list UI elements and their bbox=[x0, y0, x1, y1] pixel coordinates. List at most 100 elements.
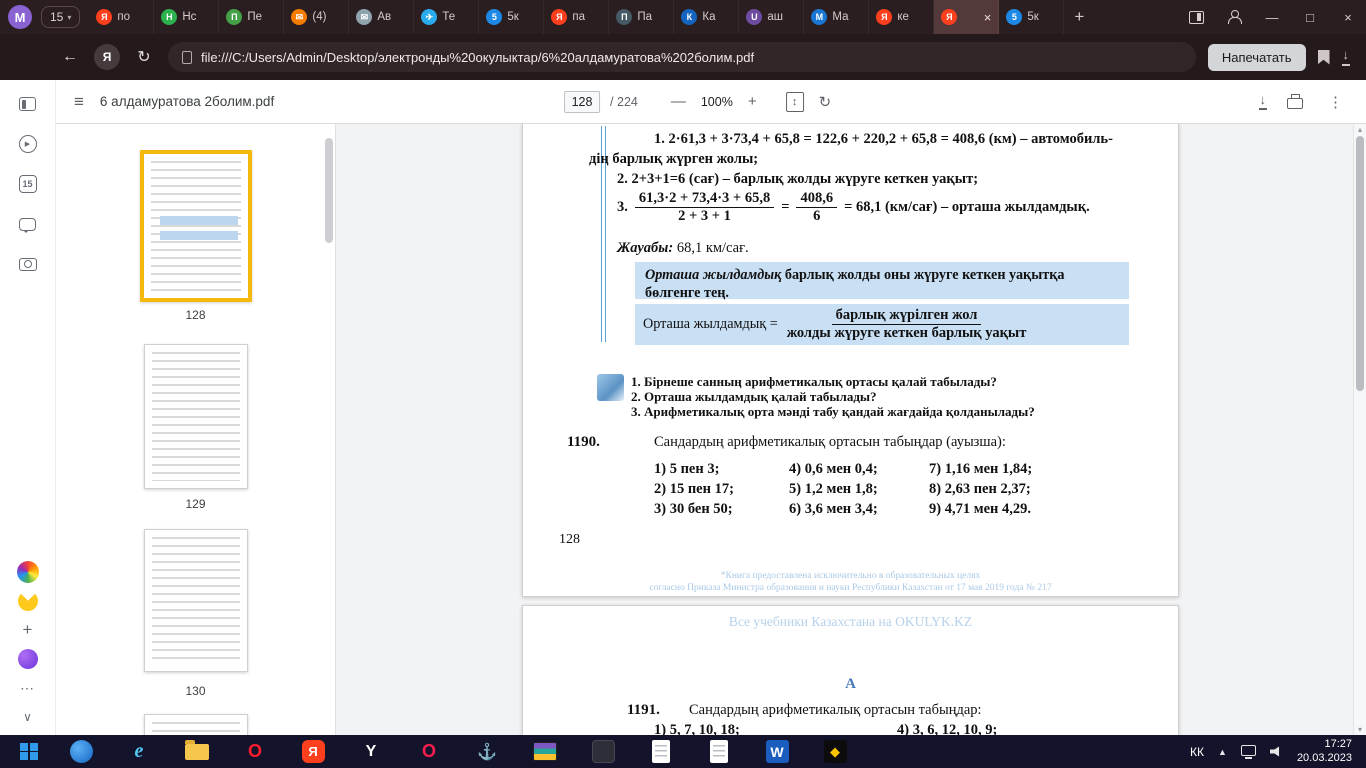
exercise-number: 1190. bbox=[567, 433, 600, 453]
sidebar-add-icon[interactable]: + bbox=[17, 620, 39, 640]
page-number-input[interactable] bbox=[564, 91, 600, 113]
browser-profile-icon[interactable] bbox=[1216, 0, 1252, 34]
refresh-button[interactable]: ↻ bbox=[132, 47, 156, 67]
taskbar-opera-gx-icon[interactable]: O bbox=[400, 735, 458, 768]
tab-title: Те bbox=[442, 11, 471, 23]
tab-5[interactable]: ✉Ав bbox=[349, 0, 414, 34]
tab-11[interactable]: Uаш bbox=[739, 0, 804, 34]
exercise-item: 1) 5, 7, 10, 18; bbox=[654, 721, 740, 735]
tray-volume-icon[interactable] bbox=[1270, 746, 1283, 758]
zoom-in-button[interactable]: + bbox=[743, 93, 762, 110]
thumbnail-page-128[interactable] bbox=[140, 150, 252, 302]
tab-7[interactable]: 55к bbox=[479, 0, 544, 34]
pdf-scrollbar[interactable]: ▴ ▾ bbox=[1353, 124, 1366, 735]
address-bar[interactable]: file:///C:/Users/Admin/Desktop/электронд… bbox=[168, 42, 1196, 72]
sidebar-video-icon[interactable]: ▶ bbox=[17, 134, 39, 154]
sidebar-favorites-icon[interactable] bbox=[17, 591, 39, 611]
taskbar-browser-icon[interactable] bbox=[52, 735, 110, 768]
scroll-up-icon[interactable]: ▴ bbox=[1354, 125, 1366, 134]
exercise-item: 4) 0,6 мен 0,4; bbox=[789, 460, 878, 479]
print-page-button[interactable]: Напечатать bbox=[1208, 44, 1306, 71]
tab-12[interactable]: ММа bbox=[804, 0, 869, 34]
tab-14-active[interactable]: Я× bbox=[934, 0, 999, 34]
fit-page-icon[interactable]: ↕ bbox=[786, 92, 804, 112]
tab-10[interactable]: ККа bbox=[674, 0, 739, 34]
sidebar-tabs-badge[interactable]: 15 bbox=[17, 174, 39, 194]
tab-4[interactable]: ✉(4) bbox=[284, 0, 349, 34]
taskbar-document-icon[interactable] bbox=[632, 735, 690, 768]
exercise-item: 6) 3,6 мен 3,4; bbox=[789, 500, 878, 519]
sidebar-services-icon[interactable] bbox=[17, 562, 39, 582]
yandex-home-button[interactable]: Я bbox=[94, 44, 120, 70]
pdf-print-icon[interactable] bbox=[1287, 98, 1303, 109]
panel-toggle-icon[interactable] bbox=[1178, 0, 1214, 34]
sidebar-camera-icon[interactable] bbox=[17, 254, 39, 274]
taskbar-winrar-icon[interactable] bbox=[516, 735, 574, 768]
back-button[interactable]: ← bbox=[58, 48, 82, 66]
taskbar-document2-icon[interactable] bbox=[690, 735, 748, 768]
taskbar-clock[interactable]: 17:27 20.03.2023 bbox=[1297, 738, 1352, 766]
tab-title: па bbox=[572, 11, 601, 23]
tray-display-icon[interactable] bbox=[1241, 745, 1256, 756]
watermark-line-2: согласно Приказа Министра образования и … bbox=[523, 583, 1178, 593]
exercise-item: 2) 15 пен 17; bbox=[654, 480, 734, 499]
sidebar-panels-icon[interactable] bbox=[17, 94, 39, 114]
taskbar-gem-game-icon[interactable]: ◆ bbox=[806, 735, 864, 768]
formula-box: Орташа жылдамдық = барлық жүрілген жолжо… bbox=[635, 304, 1129, 345]
minimize-button[interactable]: — bbox=[1254, 0, 1290, 34]
tab-13[interactable]: Яке bbox=[869, 0, 934, 34]
close-button[interactable]: × bbox=[1330, 0, 1366, 34]
taskbar-yandex-browser-icon[interactable]: Y bbox=[342, 735, 400, 768]
tray-expand-icon[interactable]: ▲ bbox=[1218, 747, 1227, 757]
scroll-down-icon[interactable]: ▾ bbox=[1354, 725, 1366, 734]
tab-close-icon[interactable]: × bbox=[984, 10, 992, 25]
thumbnail-preview bbox=[152, 722, 240, 735]
exercise-text: Сандардың арифметикалық ортасын табыңдар… bbox=[654, 433, 1006, 452]
taskbar-anchor-app-icon[interactable]: ⚓ bbox=[458, 735, 516, 768]
tab-9[interactable]: ППа bbox=[609, 0, 674, 34]
start-button[interactable] bbox=[6, 735, 52, 768]
browser-nav-bar: ← Я ↻ file:///C:/Users/Admin/Desktop/эле… bbox=[0, 34, 1366, 80]
taskbar-word-icon[interactable]: W bbox=[748, 735, 806, 768]
zoom-out-button[interactable]: — bbox=[666, 93, 691, 110]
new-tab-button[interactable]: + bbox=[1064, 7, 1094, 27]
maximize-button[interactable]: □ bbox=[1292, 0, 1328, 34]
thumbnail-page-130[interactable] bbox=[144, 529, 248, 672]
thumbnail-page-129[interactable] bbox=[144, 344, 248, 489]
taskbar-internet-explorer-icon[interactable]: e bbox=[110, 735, 168, 768]
chevron-down-icon: ▾ bbox=[67, 13, 71, 22]
profile-avatar[interactable]: M bbox=[8, 5, 32, 29]
tab-6[interactable]: ✈Те bbox=[414, 0, 479, 34]
solution-line-1b: дің барлық жүрген жолы; bbox=[589, 150, 758, 169]
solution-line-1: 1. 2·61,3 + 3·73,4 + 65,8 = 122,6 + 220,… bbox=[654, 130, 1113, 149]
downloads-icon[interactable]: ↓ bbox=[1342, 48, 1351, 65]
pdf-filename: 6 алдамуратова 2болим.pdf bbox=[100, 94, 274, 109]
sidebar-messenger-icon[interactable] bbox=[17, 214, 39, 234]
tab-title: (4) bbox=[312, 11, 341, 23]
bookmark-flag-icon[interactable] bbox=[1318, 50, 1330, 65]
tab-15[interactable]: 55к bbox=[999, 0, 1064, 34]
thumbnail-page-131[interactable] bbox=[144, 714, 248, 735]
sidebar-collapse-icon[interactable]: ∨ bbox=[17, 707, 39, 727]
scrollbar-thumb[interactable] bbox=[1356, 136, 1364, 391]
tab-1[interactable]: Япо bbox=[89, 0, 154, 34]
taskbar-yandex-icon[interactable]: Я bbox=[284, 735, 342, 768]
tab-counter[interactable]: 15 ▾ bbox=[41, 6, 80, 28]
taskbar-file-explorer-icon[interactable] bbox=[168, 735, 226, 768]
question-3: 3. Арифметикалық орта мәнді табу қандай … bbox=[631, 404, 1035, 421]
thumbnail-scrollbar[interactable] bbox=[325, 138, 333, 243]
rotate-icon[interactable]: ↻ bbox=[814, 93, 837, 111]
taskbar-game-icon[interactable] bbox=[574, 735, 632, 768]
tab-3[interactable]: ППе bbox=[219, 0, 284, 34]
tab-8[interactable]: Япа bbox=[544, 0, 609, 34]
tab-2[interactable]: ННс bbox=[154, 0, 219, 34]
pdf-download-icon[interactable]: ↓ bbox=[1259, 93, 1268, 110]
sidebar-alice-icon[interactable] bbox=[17, 649, 39, 669]
taskbar-opera-icon[interactable]: O bbox=[226, 735, 284, 768]
tab-favicon: ✉ bbox=[356, 9, 372, 25]
pdf-more-icon[interactable]: ⋮ bbox=[1323, 93, 1348, 111]
sidebar-more-icon[interactable]: ⋯ bbox=[17, 678, 39, 698]
pdf-menu-icon[interactable]: ≡ bbox=[74, 92, 84, 112]
tab-title: по bbox=[117, 11, 146, 23]
language-indicator[interactable]: КК bbox=[1190, 745, 1204, 759]
